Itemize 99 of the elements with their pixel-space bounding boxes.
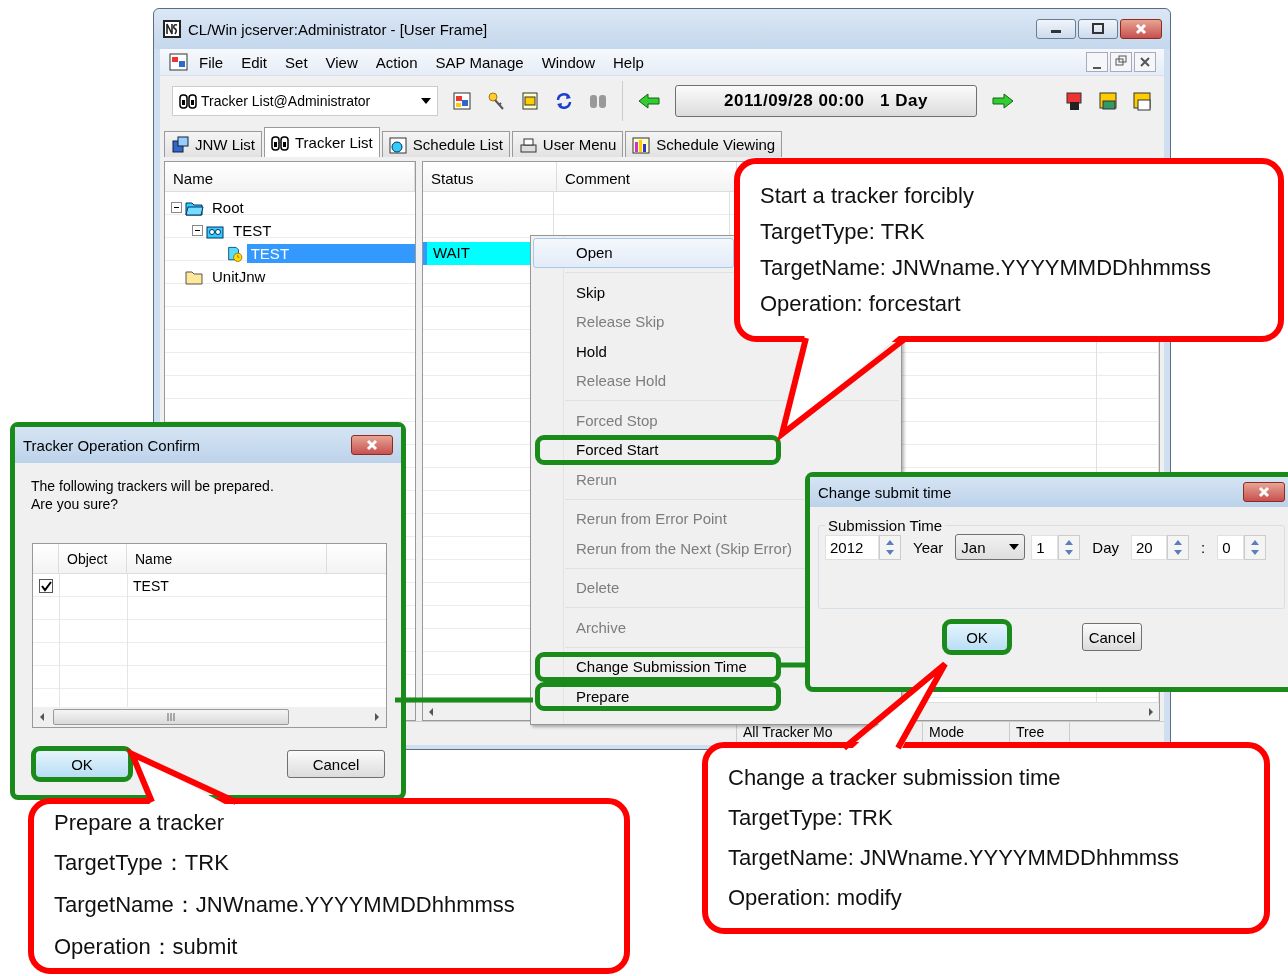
- printer-icon: [518, 135, 537, 154]
- mdi-minimize-button[interactable]: [1086, 52, 1108, 72]
- view-dropdown[interactable]: Tracker List@Administrator: [172, 85, 438, 116]
- callout-text: TargetType: TRK: [760, 219, 926, 245]
- callout-text: Operation：submit: [54, 933, 239, 961]
- scroll-arrow-icon[interactable]: [374, 712, 380, 722]
- spin-buttons-icon[interactable]: [1244, 534, 1267, 560]
- tab[interactable]: JNW List: [164, 131, 262, 157]
- menu-item[interactable]: Window: [532, 51, 604, 73]
- callout-text: TargetType：TRK: [54, 849, 230, 877]
- scroll-arrow-icon[interactable]: [427, 706, 435, 717]
- month-dropdown[interactable]: Jan: [955, 534, 1026, 560]
- tree-item[interactable]: Root: [208, 198, 248, 217]
- app-logo-icon: [162, 19, 182, 39]
- scroll-arrow-icon[interactable]: [1147, 706, 1155, 717]
- tab[interactable]: Schedule List: [381, 131, 510, 157]
- maximize-button[interactable]: [1078, 19, 1118, 39]
- arrow-left-icon[interactable]: [637, 90, 661, 111]
- document-icon[interactable]: [520, 90, 540, 111]
- document-window-icon: [168, 52, 190, 72]
- column-header: Name: [127, 544, 327, 573]
- close-button[interactable]: [1243, 482, 1285, 502]
- column-header: Status: [423, 162, 557, 191]
- grip-icon: [166, 713, 176, 721]
- callout-text: TargetType: TRK: [728, 805, 894, 831]
- document-clock-icon: [227, 244, 243, 263]
- window-icon: [171, 135, 189, 154]
- dialog-title: Tracker Operation Confirm: [23, 436, 200, 454]
- maximize-icon: [1091, 23, 1105, 35]
- number-field[interactable]: 1: [1031, 534, 1059, 560]
- binoculars-icon: [179, 91, 197, 110]
- menu-item[interactable]: Change Submission Time: [535, 652, 781, 682]
- menu-item[interactable]: Prepare: [535, 681, 781, 711]
- tree-item[interactable]: UnitJnw: [208, 267, 270, 286]
- menu-item[interactable]: Edit: [232, 51, 277, 73]
- menu-item[interactable]: Help: [604, 51, 653, 73]
- close-icon: [1138, 55, 1152, 69]
- window-title: CL/Win jcserver:Administrator - [User Frame]: [188, 20, 488, 38]
- ok-button[interactable]: OK: [31, 746, 133, 782]
- close-button[interactable]: [1120, 19, 1162, 39]
- table-cell: TEST: [133, 577, 169, 594]
- group-label: Submission Time: [827, 517, 944, 534]
- tree-item[interactable]: TEST: [229, 221, 276, 240]
- menu-item[interactable]: Set: [276, 51, 317, 73]
- number-field[interactable]: 0: [1217, 534, 1245, 560]
- spin-buttons-icon[interactable]: [879, 534, 901, 560]
- dialog-title: Change submit time: [818, 483, 952, 501]
- arrow-right-icon[interactable]: [991, 90, 1015, 111]
- menu-item[interactable]: Action: [366, 51, 427, 73]
- chart-icon: [632, 135, 651, 154]
- callout-text: Operation: forcestart: [760, 291, 962, 317]
- ok-button[interactable]: OK: [942, 619, 1012, 655]
- column-header: Name: [165, 162, 415, 191]
- minimize-icon: [1093, 67, 1101, 69]
- spin-buttons-icon[interactable]: [1167, 534, 1189, 560]
- number-field[interactable]: 2012: [825, 534, 879, 560]
- cancel-button[interactable]: Cancel: [1082, 623, 1142, 651]
- callout-text: Start a tracker forcibly: [760, 183, 975, 209]
- caret-icon: [1009, 544, 1020, 550]
- menu-item[interactable]: File: [190, 51, 233, 73]
- tab[interactable]: Tracker List: [264, 127, 380, 157]
- collapse-icon[interactable]: [192, 225, 203, 236]
- tab[interactable]: Schedule Viewing: [625, 131, 783, 157]
- callout-text: TargetName: JNWname.YYYYMMDDhhmmss: [728, 845, 1181, 871]
- menu-item[interactable]: SAP Manage: [426, 51, 533, 73]
- column-header: Object: [59, 544, 127, 573]
- field-label: :: [1201, 538, 1206, 556]
- tab[interactable]: User Menu: [511, 131, 624, 157]
- menu-item[interactable]: Forced Start: [535, 435, 781, 465]
- close-button[interactable]: [351, 435, 393, 455]
- restore-icon: [1114, 55, 1128, 69]
- minimize-button[interactable]: [1036, 19, 1076, 39]
- callout-text: TargetName：JNWname.YYYYMMDDhhmmss: [54, 891, 516, 919]
- binoculars-icon: [271, 133, 289, 152]
- field-label: Year: [913, 538, 944, 556]
- spin-buttons-icon[interactable]: [1058, 534, 1081, 560]
- caret-icon: [421, 97, 431, 104]
- scroll-arrow-icon[interactable]: [39, 712, 45, 722]
- callout-text: TargetName: JNWname.YYYYMMDDhhmmss: [760, 255, 1213, 281]
- keys-icon[interactable]: [486, 90, 506, 111]
- menu-item[interactable]: Open: [533, 238, 734, 268]
- menu-item[interactable]: View: [316, 51, 367, 73]
- refresh-icon[interactable]: [554, 90, 574, 111]
- callout-text: Prepare a tracker: [54, 810, 225, 836]
- window-icon[interactable]: [452, 90, 472, 111]
- menu-item[interactable]: Skip: [533, 277, 612, 307]
- mdi-restore-button[interactable]: [1110, 52, 1132, 72]
- collapse-icon[interactable]: [171, 202, 182, 213]
- field-label: Day: [1092, 538, 1119, 556]
- date-range-button[interactable]: 2011/09/28 00:00 1 Day: [675, 84, 977, 117]
- callout-text: Change a tracker submission time: [728, 765, 1062, 791]
- callout-text: Operation: modify: [728, 885, 903, 911]
- scrollbar-thumb[interactable]: [53, 709, 289, 725]
- menu-item[interactable]: Hold: [533, 336, 613, 366]
- confirmation-message: The following trackers will be prepared. Are you sure?: [31, 477, 275, 513]
- cancel-button[interactable]: Cancel: [287, 750, 385, 778]
- checkbox[interactable]: [39, 578, 53, 593]
- mdi-close-button[interactable]: [1134, 52, 1156, 72]
- number-field[interactable]: 20: [1131, 534, 1167, 560]
